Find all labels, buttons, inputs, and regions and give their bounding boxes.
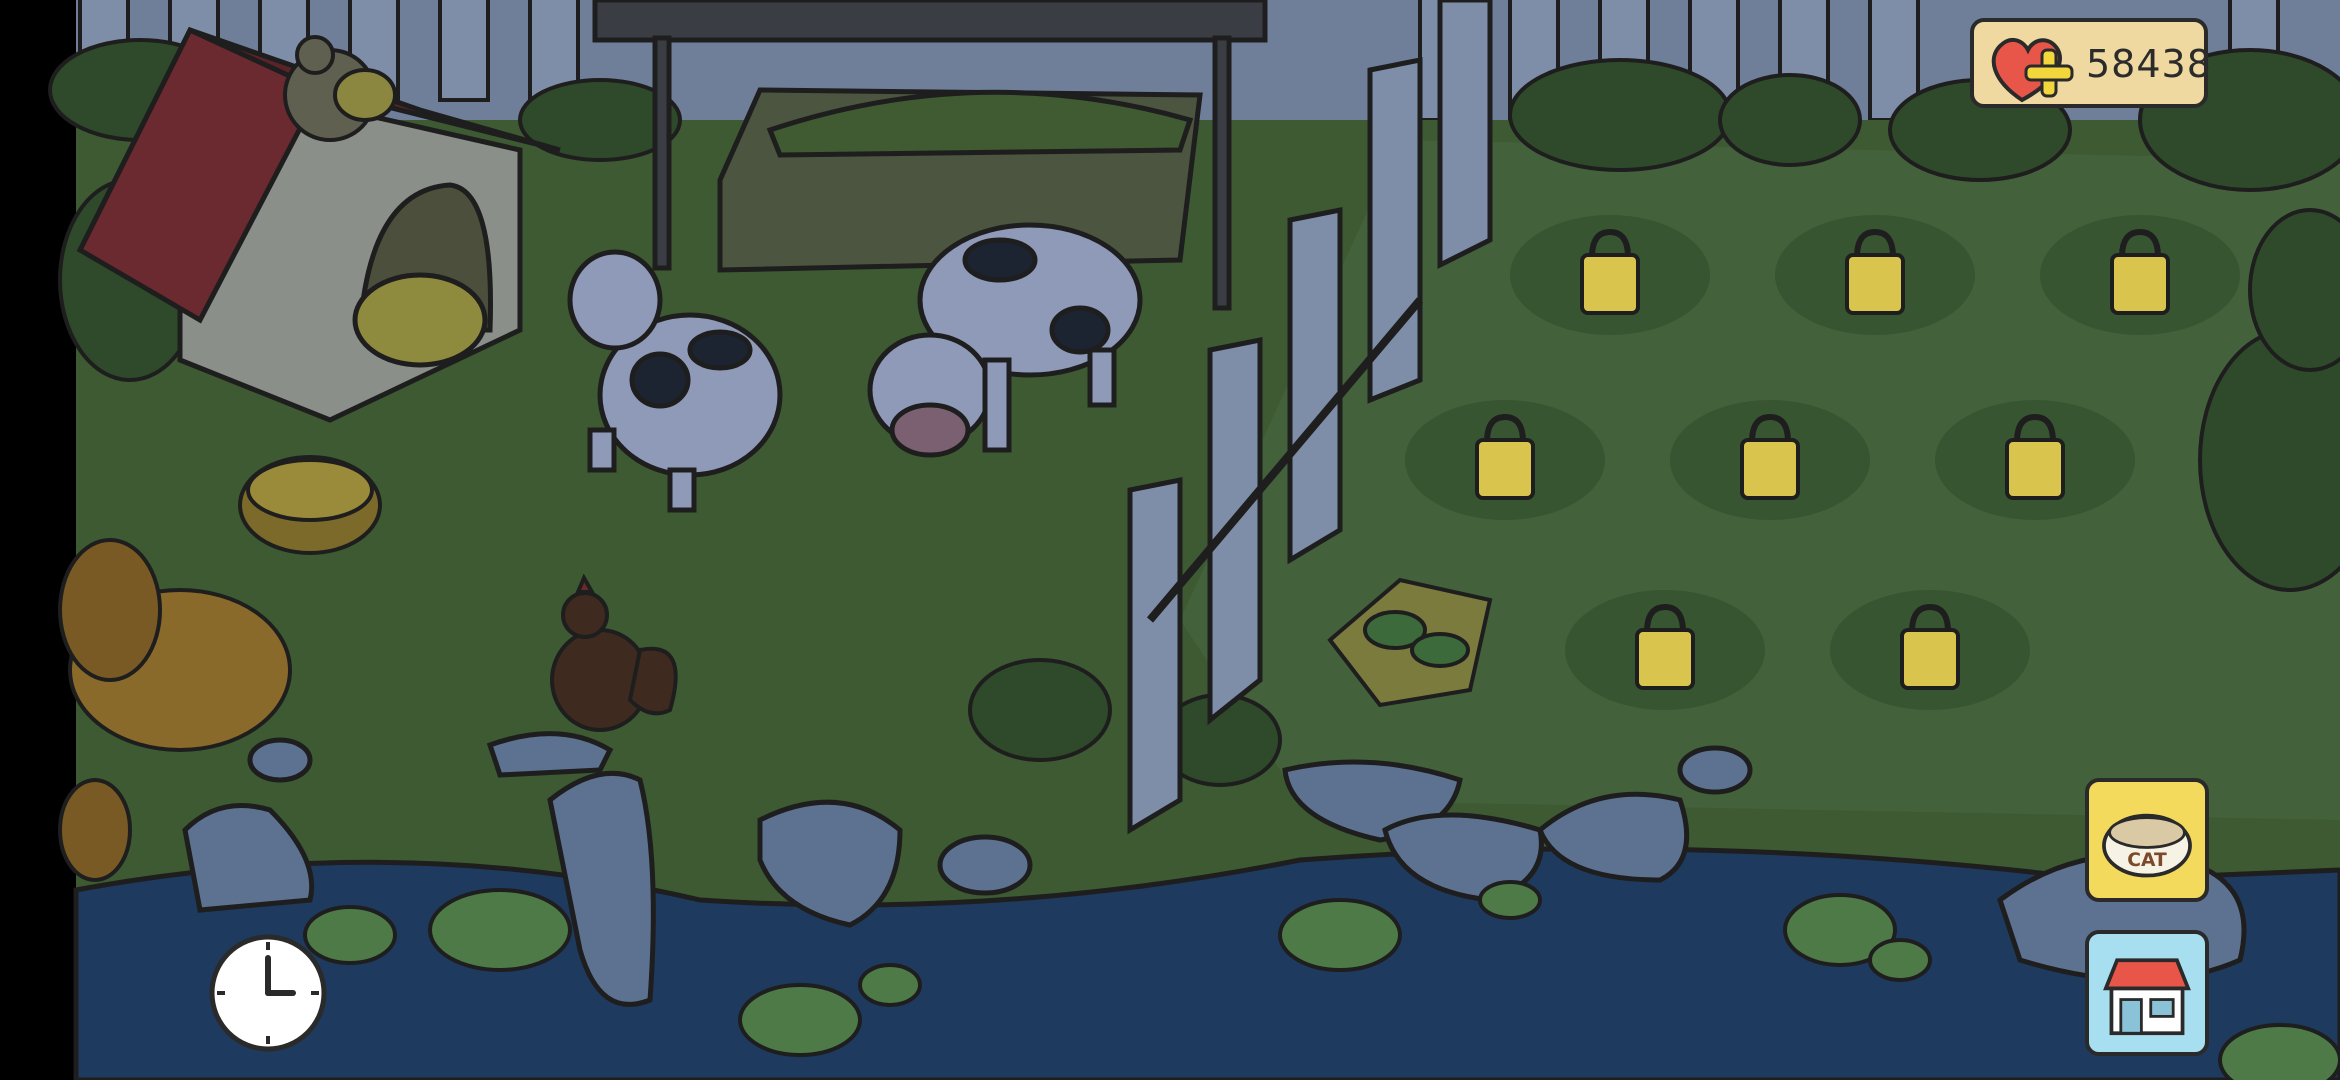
lock-icon xyxy=(1475,438,1535,500)
locked-plot[interactable] xyxy=(1565,590,1765,710)
locked-plot[interactable] xyxy=(1830,590,2030,710)
clock-icon xyxy=(209,934,327,1052)
lock-icon xyxy=(1635,628,1695,690)
locked-plot[interactable] xyxy=(1775,215,1975,335)
lock-icon xyxy=(1740,438,1800,500)
heart-plus-icon xyxy=(1991,37,2074,103)
shop-icon xyxy=(2103,958,2191,1036)
screen-border xyxy=(0,0,76,1080)
clock-button[interactable] xyxy=(205,930,331,1056)
farm-scene xyxy=(0,0,2340,1080)
heart-currency-panel[interactable]: 58438 xyxy=(1970,18,2211,108)
locked-plot[interactable] xyxy=(1935,400,2135,520)
lock-icon xyxy=(1900,628,1960,690)
locked-plot[interactable] xyxy=(1405,400,1605,520)
currency-value: 58438 xyxy=(2086,42,2212,86)
cat-food-button[interactable]: CAT xyxy=(2085,778,2209,902)
locked-plot[interactable] xyxy=(1670,400,1870,520)
shop-button[interactable] xyxy=(2085,930,2209,1056)
lock-icon xyxy=(2110,253,2170,315)
lock-icon xyxy=(2005,438,2065,500)
game-screen: 58438 CAT xyxy=(0,0,2340,1080)
locked-plot[interactable] xyxy=(1510,215,1710,335)
water-basin xyxy=(238,455,382,555)
lock-icon xyxy=(1845,253,1905,315)
cat-label: CAT xyxy=(2127,850,2167,871)
lock-icon xyxy=(1580,253,1640,315)
locked-plot[interactable] xyxy=(2040,215,2240,335)
pond xyxy=(73,846,2340,1080)
cat-food-bowl-icon: CAT xyxy=(2102,813,2192,878)
